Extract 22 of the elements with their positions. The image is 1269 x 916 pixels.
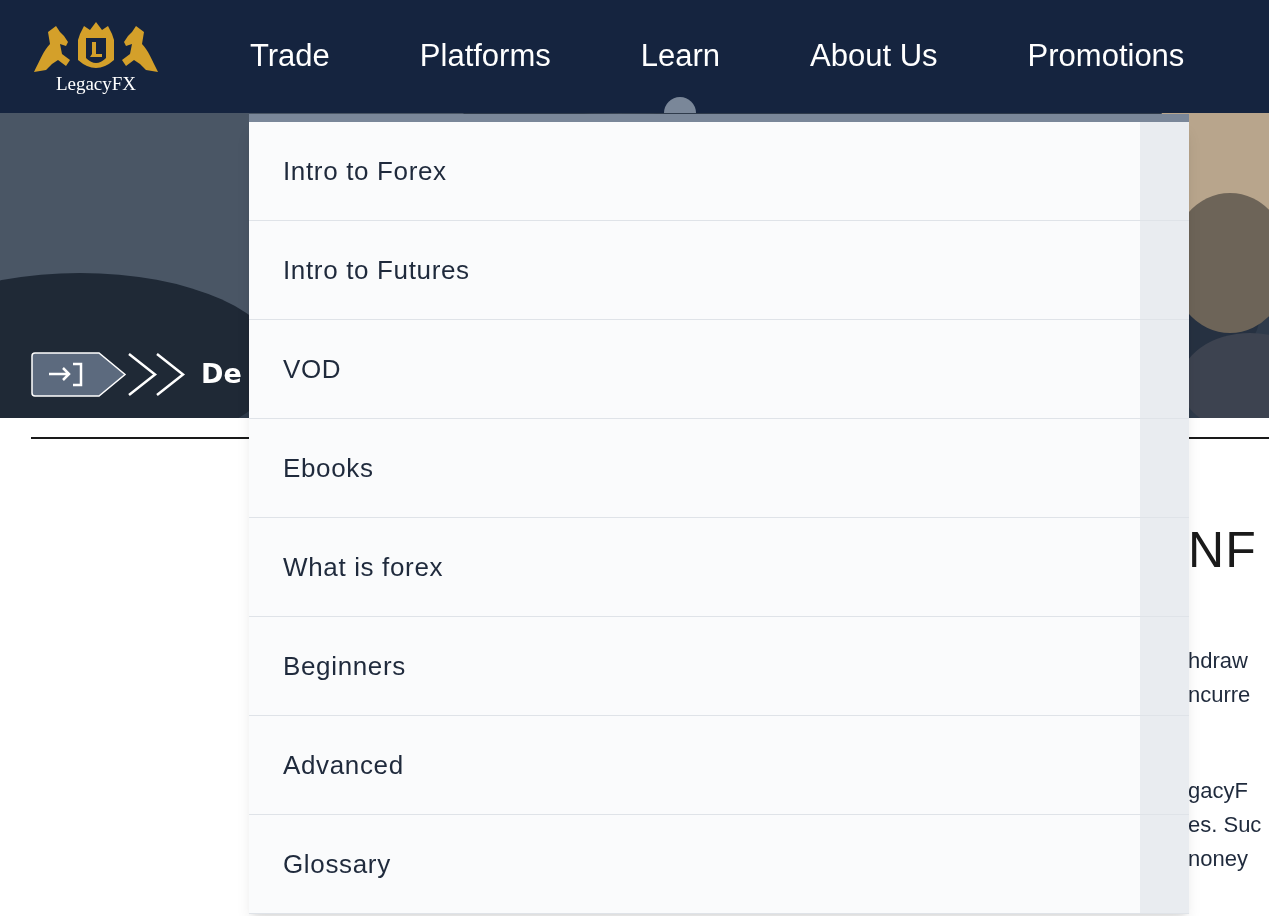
heading-text: NF	[1188, 521, 1259, 580]
nav-link[interactable]: Learn	[640, 33, 721, 80]
menu-item[interactable]: Beginners	[249, 617, 1140, 715]
breadcrumb-text: De	[201, 357, 242, 392]
chevrons-icon	[127, 352, 187, 397]
logo-text[interactable]: LegacyFX	[55, 74, 137, 93]
nav-link[interactable]: About Us	[810, 33, 938, 80]
menu-item[interactable]: Glossary	[249, 815, 1140, 913]
nav-link[interactable]: Promotions	[1027, 33, 1185, 80]
nav-link[interactable]: Platforms	[419, 33, 551, 80]
menu-item[interactable]: VOD	[249, 320, 1140, 418]
nav-link[interactable]: Trade	[250, 33, 330, 80]
menu-item[interactable]: Intro to Futures	[249, 221, 1140, 319]
menu-item[interactable]: Intro to Forex	[249, 122, 1140, 220]
menu-item[interactable]: Advanced	[249, 716, 1140, 814]
paragraph-text: noney	[1188, 845, 1249, 873]
menu-item[interactable]: What is forex	[249, 518, 1140, 616]
paragraph-text: ncurre	[1188, 681, 1252, 709]
paragraph-text: gacyF	[1188, 777, 1249, 805]
paragraph-text: hdraw	[1188, 647, 1249, 675]
menu-item[interactable]: Ebooks	[249, 419, 1140, 517]
paragraph-text: es. Suc	[1188, 811, 1263, 839]
